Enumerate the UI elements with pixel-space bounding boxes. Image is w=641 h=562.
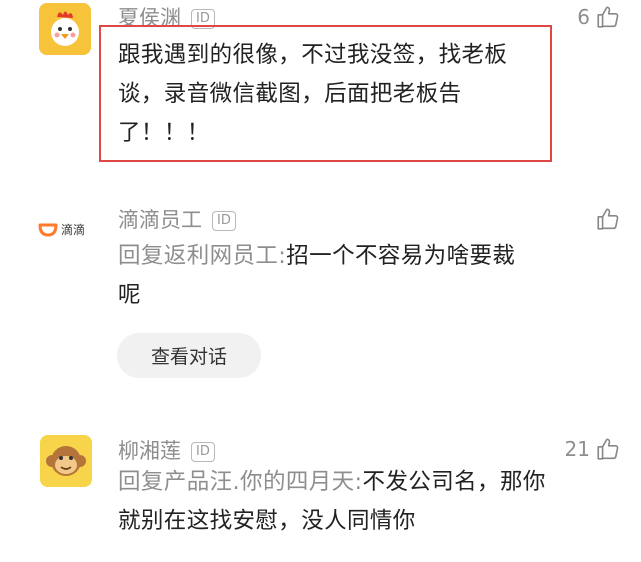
comment-item: 夏侯渊 ID 6 跟我遇到的很像，不过我没签，找老板谈，录音微信截图，后面把老板告… [0, 0, 641, 175]
like-count: 6 [577, 5, 590, 29]
comment-username[interactable]: 滴滴员工 ID [118, 204, 236, 234]
chicken-avatar-icon [39, 3, 91, 55]
like-button[interactable]: 6 [577, 4, 621, 30]
reply-prefix[interactable]: 回复产品汪.你的四月天: [118, 469, 363, 495]
like-button[interactable] [595, 206, 621, 232]
thumbs-up-icon [597, 208, 619, 230]
username-text[interactable]: 滴滴员工 [118, 208, 202, 232]
comment-text: 跟我遇到的很像，不过我没签，找老板谈，录音微信截图，后面把老板告了！！！ [118, 42, 508, 146]
reply-prefix[interactable]: 回复返利网员工: [118, 243, 286, 269]
didi-logo-text: 滴滴 [61, 223, 86, 237]
id-badge: ID [191, 442, 215, 462]
comment-username[interactable]: 柳湘莲 ID [118, 435, 215, 465]
didi-logo[interactable]: 滴滴 [38, 221, 85, 238]
id-badge: ID [212, 211, 236, 231]
comment-item: 滴滴 滴滴员工 ID 回复返利网员工:招一个不容易为啥要裁呢 查看对话 [0, 195, 641, 395]
thumbs-up-icon [597, 6, 619, 28]
user-avatar[interactable] [39, 3, 91, 55]
like-button[interactable]: 21 [565, 436, 621, 462]
user-avatar[interactable] [40, 435, 92, 487]
comment-item: 柳湘莲 ID 21 回复产品汪.你的四月天:不发公司名，那你就别在这找安慰，没人同… [0, 430, 641, 562]
like-count: 21 [564, 437, 590, 461]
comment-text: 回复返利网员工:招一个不容易为啥要裁呢 [118, 237, 538, 315]
monkey-avatar-icon [40, 435, 92, 487]
thumbs-up-icon [597, 438, 619, 460]
username-text[interactable]: 柳湘莲 [118, 439, 181, 463]
view-dialog-button[interactable]: 查看对话 [117, 333, 261, 378]
didi-logo-icon [38, 223, 58, 236]
comment-text: 回复产品汪.你的四月天:不发公司名，那你就别在这找安慰，没人同情你 [118, 463, 548, 541]
